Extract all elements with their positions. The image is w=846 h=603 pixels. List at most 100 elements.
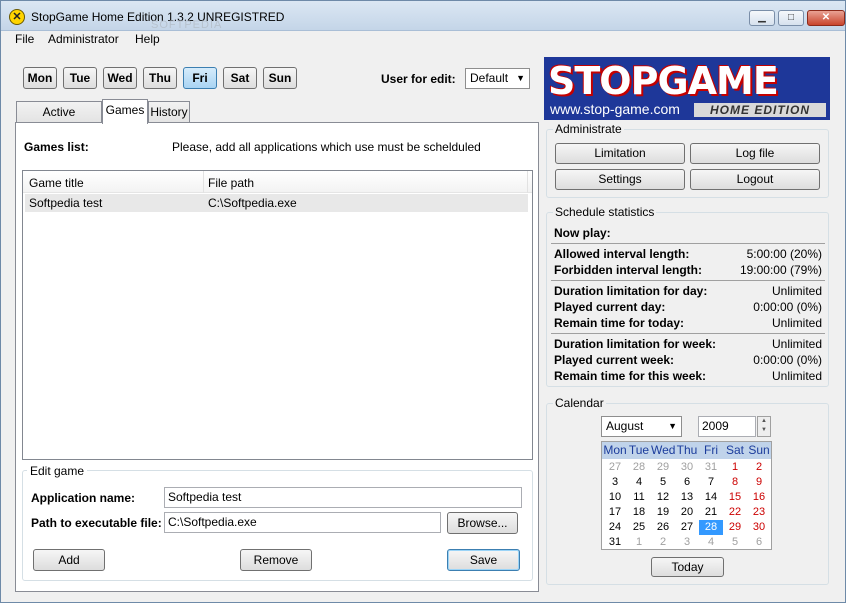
calendar-day[interactable]: 9: [747, 475, 771, 490]
calendar-day[interactable]: 11: [627, 490, 651, 505]
browse-button[interactable]: Browse...: [447, 512, 518, 534]
calendar-day[interactable]: 27: [675, 520, 699, 535]
weekday-label: Fri: [704, 443, 718, 457]
calendar-day[interactable]: 30: [747, 520, 771, 535]
settings-button[interactable]: Settings: [555, 169, 685, 190]
divider: [551, 333, 825, 334]
calendar-day[interactable]: 28: [627, 460, 651, 475]
day-button-sat[interactable]: Sat: [223, 67, 257, 89]
calendar-day[interactable]: 8: [723, 475, 747, 490]
calendar-day[interactable]: 27: [603, 460, 627, 475]
day-button-sun[interactable]: Sun: [263, 67, 297, 89]
application-name-input[interactable]: Softpedia test: [164, 487, 522, 508]
application-name-label: Application name:: [31, 491, 136, 505]
calendar-day[interactable]: 3: [603, 475, 627, 490]
month-select-value: August: [606, 419, 644, 433]
calendar-day[interactable]: 29: [723, 520, 747, 535]
limitation-button[interactable]: Limitation: [555, 143, 685, 164]
path-to-executable-label: Path to executable file:: [31, 516, 162, 530]
column-divider[interactable]: [203, 171, 204, 193]
chevron-down-icon: ▼: [516, 73, 525, 83]
calendar-day[interactable]: 28: [699, 520, 723, 535]
remove-button[interactable]: Remove: [240, 549, 312, 571]
user-for-edit-label: User for edit:: [381, 72, 456, 86]
menu-help[interactable]: Help: [135, 32, 160, 46]
calendar-day[interactable]: 5: [651, 475, 675, 490]
calendar-day[interactable]: 25: [627, 520, 651, 535]
games-list[interactable]: Game title File path Softpedia test C:\S…: [22, 170, 533, 460]
calendar-day[interactable]: 3: [675, 535, 699, 550]
calendar-day[interactable]: 4: [627, 475, 651, 490]
weekday-label: Sat: [725, 443, 744, 457]
calendar-grid[interactable]: Mon Tue Wed Thu Fri Sat Sun 27 28 29 30 31 1 2 3 4 5 6 7 8…: [601, 441, 772, 550]
day-button-thu[interactable]: Thu: [143, 67, 177, 89]
calendar-day[interactable]: 4: [699, 535, 723, 550]
stat-label: Duration limitation for day:: [554, 284, 708, 298]
stat-row: Played current day: 0:00:00 (0%): [554, 300, 822, 316]
calendar-day[interactable]: 2: [747, 460, 771, 475]
calendar-day[interactable]: 16: [747, 490, 771, 505]
today-button[interactable]: Today: [651, 557, 724, 577]
calendar-day[interactable]: 23: [747, 505, 771, 520]
calendar-day[interactable]: 6: [675, 475, 699, 490]
day-button-tue[interactable]: Tue: [63, 67, 97, 89]
menu-file[interactable]: File: [15, 32, 34, 46]
month-select[interactable]: August ▼: [601, 416, 682, 437]
calendar-day[interactable]: 2: [651, 535, 675, 550]
stat-value: 19:00:00 (79%): [739, 263, 822, 277]
calendar-day[interactable]: 30: [675, 460, 699, 475]
title-bar[interactable]: ✕ StopGame Home Edition 1.3.2 UNREGISTRE…: [1, 1, 845, 31]
games-list-hint: Please, add all applications which use m…: [172, 140, 481, 154]
calendar-day[interactable]: 20: [675, 505, 699, 520]
add-button[interactable]: Add: [33, 549, 105, 571]
calendar-day[interactable]: 6: [747, 535, 771, 550]
calendar-day[interactable]: 1: [723, 460, 747, 475]
stat-value: 5:00:00 (20%): [746, 247, 822, 261]
logout-button[interactable]: Logout: [690, 169, 820, 190]
calendar-day[interactable]: 5: [723, 535, 747, 550]
menu-administrator[interactable]: Administrator: [48, 32, 119, 46]
calendar-day[interactable]: 12: [651, 490, 675, 505]
calendar-day[interactable]: 10: [603, 490, 627, 505]
calendar-day[interactable]: 31: [699, 460, 723, 475]
column-header-file-path[interactable]: File path: [208, 176, 254, 190]
tab-active-schedule[interactable]: Active schedule: [16, 101, 102, 139]
save-button[interactable]: Save: [447, 549, 520, 571]
year-input[interactable]: 2009: [698, 416, 756, 437]
path-to-executable-input[interactable]: C:\Softpedia.exe: [164, 512, 441, 533]
close-button[interactable]: ✕: [807, 10, 845, 26]
stat-row: Remain time for today: Unlimited: [554, 316, 822, 332]
file-path-cell: C:\Softpedia.exe: [208, 196, 297, 210]
calendar-day[interactable]: 22: [723, 505, 747, 520]
spin-up-icon[interactable]: ▲: [758, 417, 770, 426]
column-divider[interactable]: [527, 171, 528, 193]
day-button-mon[interactable]: Mon: [23, 67, 57, 89]
games-list-header: Game title File path: [23, 171, 532, 193]
calendar-day[interactable]: 29: [651, 460, 675, 475]
log-file-button[interactable]: Log file: [690, 143, 820, 164]
calendar-day[interactable]: 26: [651, 520, 675, 535]
maximize-button[interactable]: □: [778, 10, 804, 26]
calendar-day[interactable]: 21: [699, 505, 723, 520]
softpedia-watermark: SOFTPEDIA: [151, 19, 223, 31]
spin-down-icon[interactable]: ▼: [758, 426, 770, 435]
calendar-day[interactable]: 7: [699, 475, 723, 490]
calendar-day[interactable]: 13: [675, 490, 699, 505]
calendar-day[interactable]: 18: [627, 505, 651, 520]
calendar-day[interactable]: 1: [627, 535, 651, 550]
calendar-day[interactable]: 24: [603, 520, 627, 535]
tab-history[interactable]: History: [148, 101, 190, 123]
table-row[interactable]: Softpedia test C:\Softpedia.exe: [25, 194, 528, 212]
calendar-day[interactable]: 17: [603, 505, 627, 520]
calendar-day[interactable]: 14: [699, 490, 723, 505]
day-button-wed[interactable]: Wed: [103, 67, 137, 89]
tab-games[interactable]: Games: [102, 99, 148, 124]
calendar-day[interactable]: 31: [603, 535, 627, 550]
year-spinner[interactable]: ▲ ▼: [757, 416, 771, 437]
calendar-day[interactable]: 15: [723, 490, 747, 505]
day-button-fri[interactable]: Fri: [183, 67, 217, 89]
column-header-game-title[interactable]: Game title: [29, 176, 84, 190]
calendar-day[interactable]: 19: [651, 505, 675, 520]
minimize-button[interactable]: ▁: [749, 10, 775, 26]
user-select[interactable]: Default ▼: [465, 68, 530, 89]
